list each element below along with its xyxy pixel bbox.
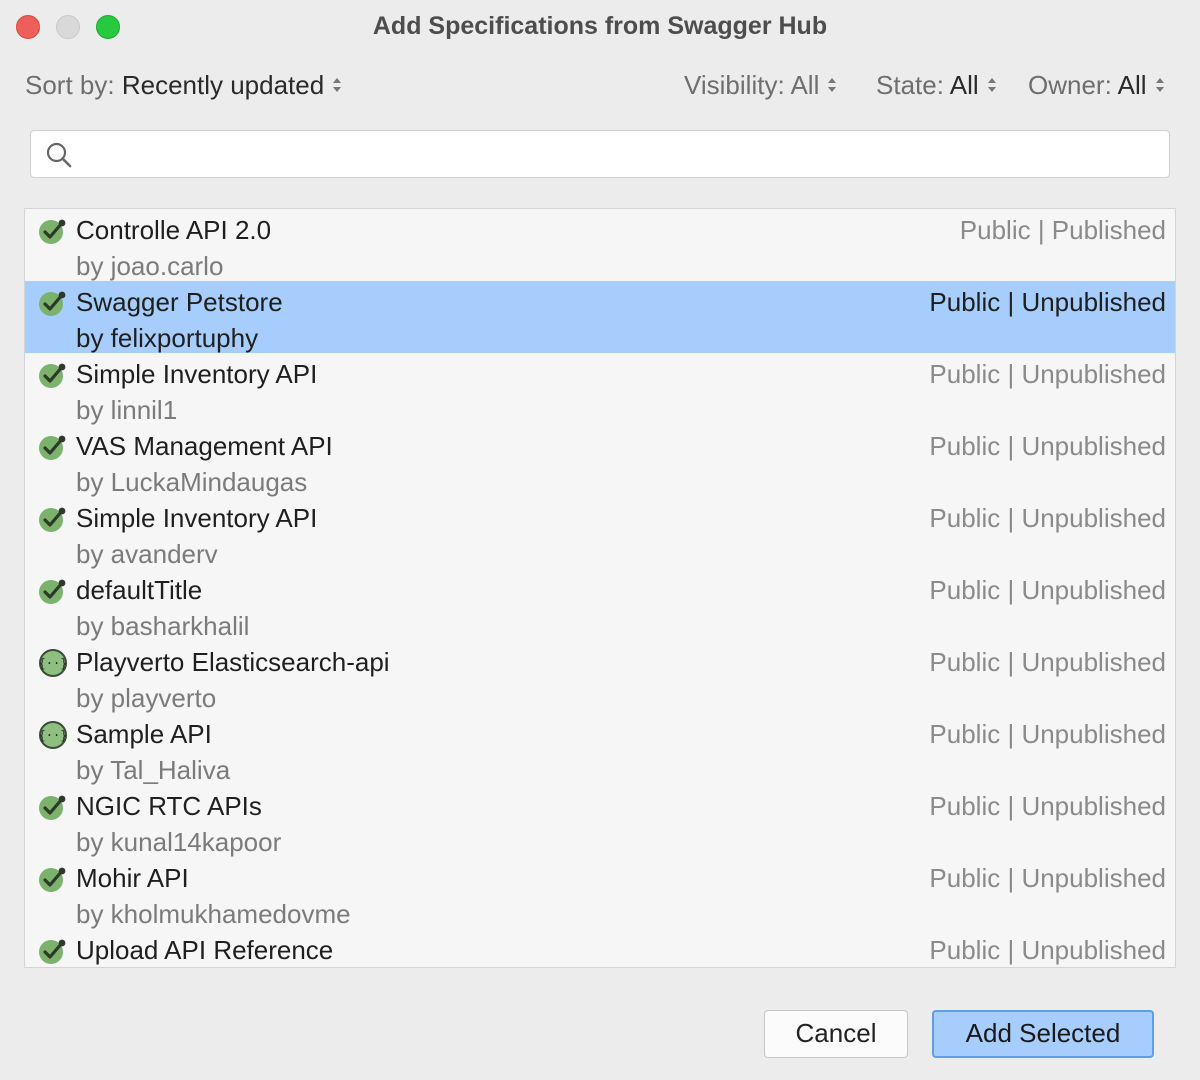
openapi-check-icon (38, 576, 68, 606)
state-value: All (949, 70, 979, 100)
filter-bar: Sort by: Recently updated Visibility: Al… (0, 64, 1200, 108)
spec-owner: by basharkhalil (76, 611, 250, 641)
spec-status: Public | Unpublished (929, 503, 1166, 533)
spec-owner: by avanderv (76, 539, 218, 569)
sort-by-value: Recently updated (121, 70, 325, 100)
list-item[interactable]: {··} Playverto Elasticsearch-api by playve… (25, 641, 1175, 713)
openapi-check-icon (38, 792, 68, 822)
spec-name: Sample API (76, 719, 212, 749)
spec-name: Swagger Petstore (76, 287, 283, 317)
list-item[interactable]: {··} Sample API by Tal_Haliva Public | Unpu… (25, 713, 1175, 785)
window-title: Add Specifications from Swagger Hub (372, 12, 828, 40)
spec-status: Public | Unpublished (929, 863, 1166, 893)
add-selected-button[interactable]: Add Selected (932, 1010, 1154, 1058)
spec-name: NGIC RTC APIs (76, 791, 262, 821)
owner-label: Owner: (1028, 70, 1112, 100)
spec-name: defaultTitle (76, 575, 203, 605)
openapi-check-icon (38, 504, 68, 534)
list-item[interactable]: NGIC RTC APIs by kunal14kapoor Public | Un… (25, 785, 1175, 857)
list-item[interactable]: Simple Inventory API by linnil1 Public | U… (25, 353, 1175, 425)
spec-name: Playverto Elasticsearch-api (76, 647, 390, 677)
spec-name: Mohir API (76, 863, 189, 893)
title-bar: Add Specifications from Swagger Hub (0, 0, 1200, 54)
spec-name: Simple Inventory API (76, 359, 318, 389)
sort-by-dropdown[interactable]: Sort by: Recently updated (25, 70, 343, 101)
state-dropdown[interactable]: State: All (876, 70, 998, 101)
spec-owner: by kholmukhamedovme (76, 899, 351, 929)
search-input[interactable] (87, 137, 1161, 173)
list-item[interactable]: Swagger Petstore by felixportuphy Public |… (25, 281, 1175, 353)
spec-status: Public | Published (959, 215, 1166, 245)
spec-owner: by playverto (76, 683, 217, 713)
spec-owner: by joao.carlo (76, 251, 224, 281)
svg-text:{··}: {··} (39, 657, 68, 671)
search-icon (45, 141, 73, 169)
owner-dropdown[interactable]: Owner: All (1028, 70, 1166, 101)
openapi-check-icon (38, 360, 68, 390)
spec-name: VAS Management API (76, 431, 333, 461)
openapi-check-icon (38, 936, 68, 966)
state-label: State: (876, 70, 944, 100)
updown-arrows-icon (986, 74, 998, 96)
openapi-check-icon (38, 432, 68, 462)
updown-arrows-icon (826, 74, 838, 96)
spec-status: Public | Unpublished (929, 935, 1166, 965)
spec-owner: by LuckaMindaugas (76, 467, 308, 497)
spec-status: Public | Unpublished (929, 575, 1166, 605)
add-specifications-dialog: Add Specifications from Swagger Hub Sort… (0, 0, 1200, 1080)
svg-text:{··}: {··} (39, 729, 68, 743)
list-item[interactable]: VAS Management API by LuckaMindaugas Publi… (25, 425, 1175, 497)
spec-name: Simple Inventory API (76, 503, 318, 533)
spec-owner: by felixportuphy (76, 323, 259, 353)
list-item[interactable]: Mohir API by kholmukhamedovme Public | Unp… (25, 857, 1175, 929)
list-item[interactable]: Upload API Reference Public | Unpublished (25, 929, 1175, 967)
spec-status: Public | Unpublished (929, 791, 1166, 821)
swagger-braces-icon: {··} (38, 720, 68, 750)
spec-owner: by linnil1 (76, 395, 178, 425)
list-item[interactable]: defaultTitle by basharkhalil Public | Unpu… (25, 569, 1175, 641)
spec-name: Controlle API 2.0 (76, 215, 272, 245)
sort-by-label: Sort by: (25, 70, 115, 100)
spec-owner: by kunal14kapoor (76, 827, 282, 857)
spec-status: Public | Unpublished (929, 719, 1166, 749)
spec-owner: by Tal_Haliva (76, 755, 231, 785)
spec-status: Public | Unpublished (929, 287, 1166, 317)
visibility-label: Visibility: (684, 70, 785, 100)
list-item[interactable]: Simple Inventory API by avanderv Public | … (25, 497, 1175, 569)
openapi-check-icon (38, 288, 68, 318)
swagger-braces-icon: {··} (38, 648, 68, 678)
spec-status: Public | Unpublished (929, 359, 1166, 389)
spec-status: Public | Unpublished (929, 431, 1166, 461)
updown-arrows-icon (1154, 74, 1166, 96)
updown-arrows-icon (331, 74, 343, 96)
openapi-check-icon (38, 216, 68, 246)
list-item[interactable]: Controlle API 2.0 by joao.carlo Public | P… (25, 209, 1175, 281)
search-field[interactable] (30, 130, 1170, 178)
cancel-button[interactable]: Cancel (764, 1010, 908, 1058)
visibility-dropdown[interactable]: Visibility: All (684, 70, 838, 101)
openapi-check-icon (38, 864, 68, 894)
visibility-value: All (790, 70, 820, 100)
owner-value: All (1117, 70, 1147, 100)
spec-status: Public | Unpublished (929, 647, 1166, 677)
specification-list[interactable]: Controlle API 2.0 by joao.carlo Public | P… (24, 208, 1176, 968)
spec-name: Upload API Reference (76, 935, 334, 965)
